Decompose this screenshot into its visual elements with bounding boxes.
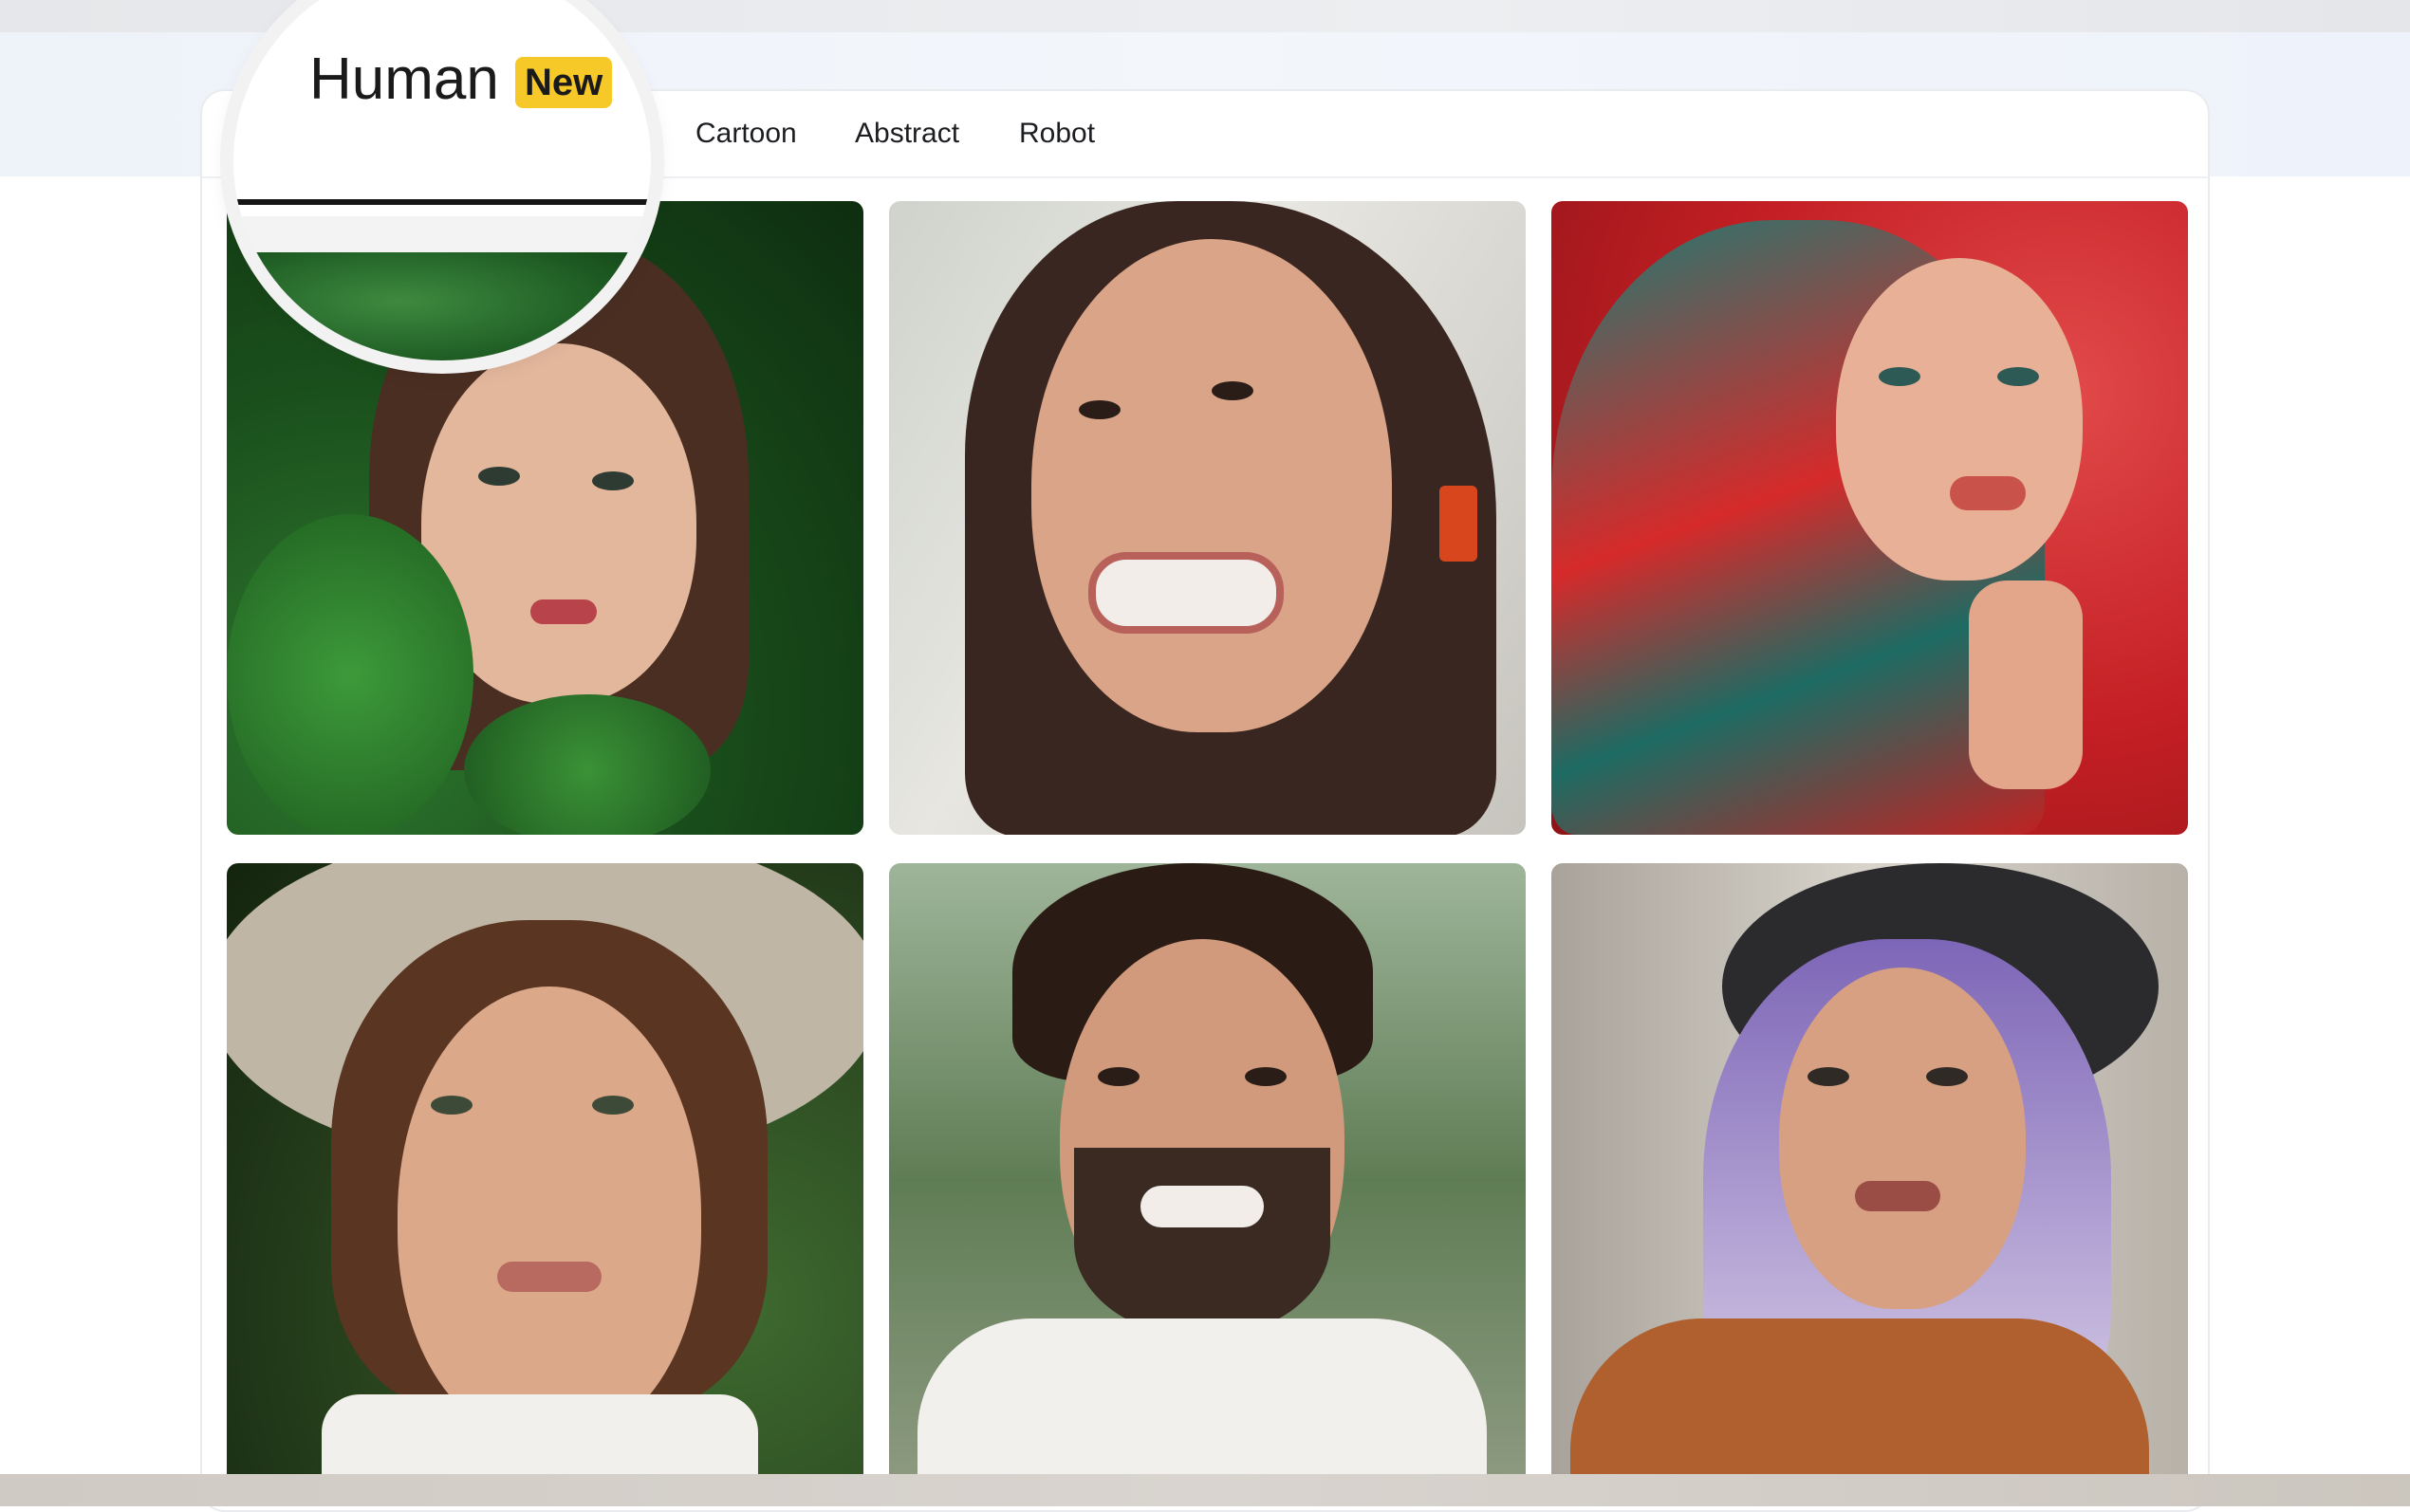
face-shape bbox=[398, 986, 701, 1442]
face-shape bbox=[1031, 239, 1392, 732]
gallery-image-smiling-woman[interactable] bbox=[889, 201, 1526, 835]
eye-left bbox=[431, 1096, 473, 1115]
eye-left bbox=[1808, 1067, 1849, 1086]
eye-right bbox=[1212, 381, 1253, 400]
gallery-image-bearded-man[interactable] bbox=[889, 863, 1526, 1497]
hand-shape bbox=[1969, 581, 2083, 789]
white-tshirt-shape bbox=[918, 1318, 1487, 1497]
eye-right bbox=[1245, 1067, 1287, 1086]
leaf-cluster-bottom bbox=[464, 694, 711, 835]
eye-left bbox=[478, 467, 520, 486]
tab-robot[interactable]: Robot bbox=[1019, 114, 1095, 154]
eye-left bbox=[1079, 400, 1121, 419]
eye-right bbox=[1926, 1067, 1968, 1086]
gallery-image-purple-hair-woman[interactable] bbox=[1551, 863, 2188, 1497]
smile-shape bbox=[1140, 1186, 1264, 1227]
tab-human-active[interactable]: Human bbox=[309, 46, 499, 114]
eye-left bbox=[1879, 367, 1920, 386]
tab-cartoon[interactable]: Cartoon bbox=[695, 114, 797, 154]
mouth-shape bbox=[530, 599, 597, 624]
gallery-image-freckled-woman[interactable] bbox=[227, 863, 863, 1497]
mouth-shape bbox=[1950, 476, 2026, 510]
eye-left bbox=[1098, 1067, 1140, 1086]
face-shape bbox=[1779, 968, 2026, 1309]
eye-right bbox=[1997, 367, 2039, 386]
magnifier-callout: Human New bbox=[233, 0, 651, 360]
active-tab-underline bbox=[233, 199, 651, 205]
tab-abstract[interactable]: Abstract bbox=[855, 114, 959, 154]
magnified-leaves bbox=[233, 252, 651, 360]
mouth-shape bbox=[1855, 1181, 1940, 1211]
smile-shape bbox=[1088, 552, 1284, 634]
eye-right bbox=[592, 471, 634, 490]
eye-right bbox=[592, 1096, 634, 1115]
new-badge: New bbox=[515, 57, 613, 108]
beard-shape bbox=[1074, 1148, 1330, 1337]
magnified-divider bbox=[233, 216, 651, 252]
gallery-image-headscarf-woman[interactable] bbox=[1551, 201, 2188, 835]
earring-shape bbox=[1439, 486, 1477, 562]
leaf-cluster-left bbox=[227, 514, 473, 835]
bottom-edge bbox=[0, 1474, 2410, 1506]
mouth-shape bbox=[497, 1262, 602, 1292]
face-shape bbox=[1836, 258, 2083, 581]
turtleneck-shape bbox=[1570, 1318, 2149, 1497]
